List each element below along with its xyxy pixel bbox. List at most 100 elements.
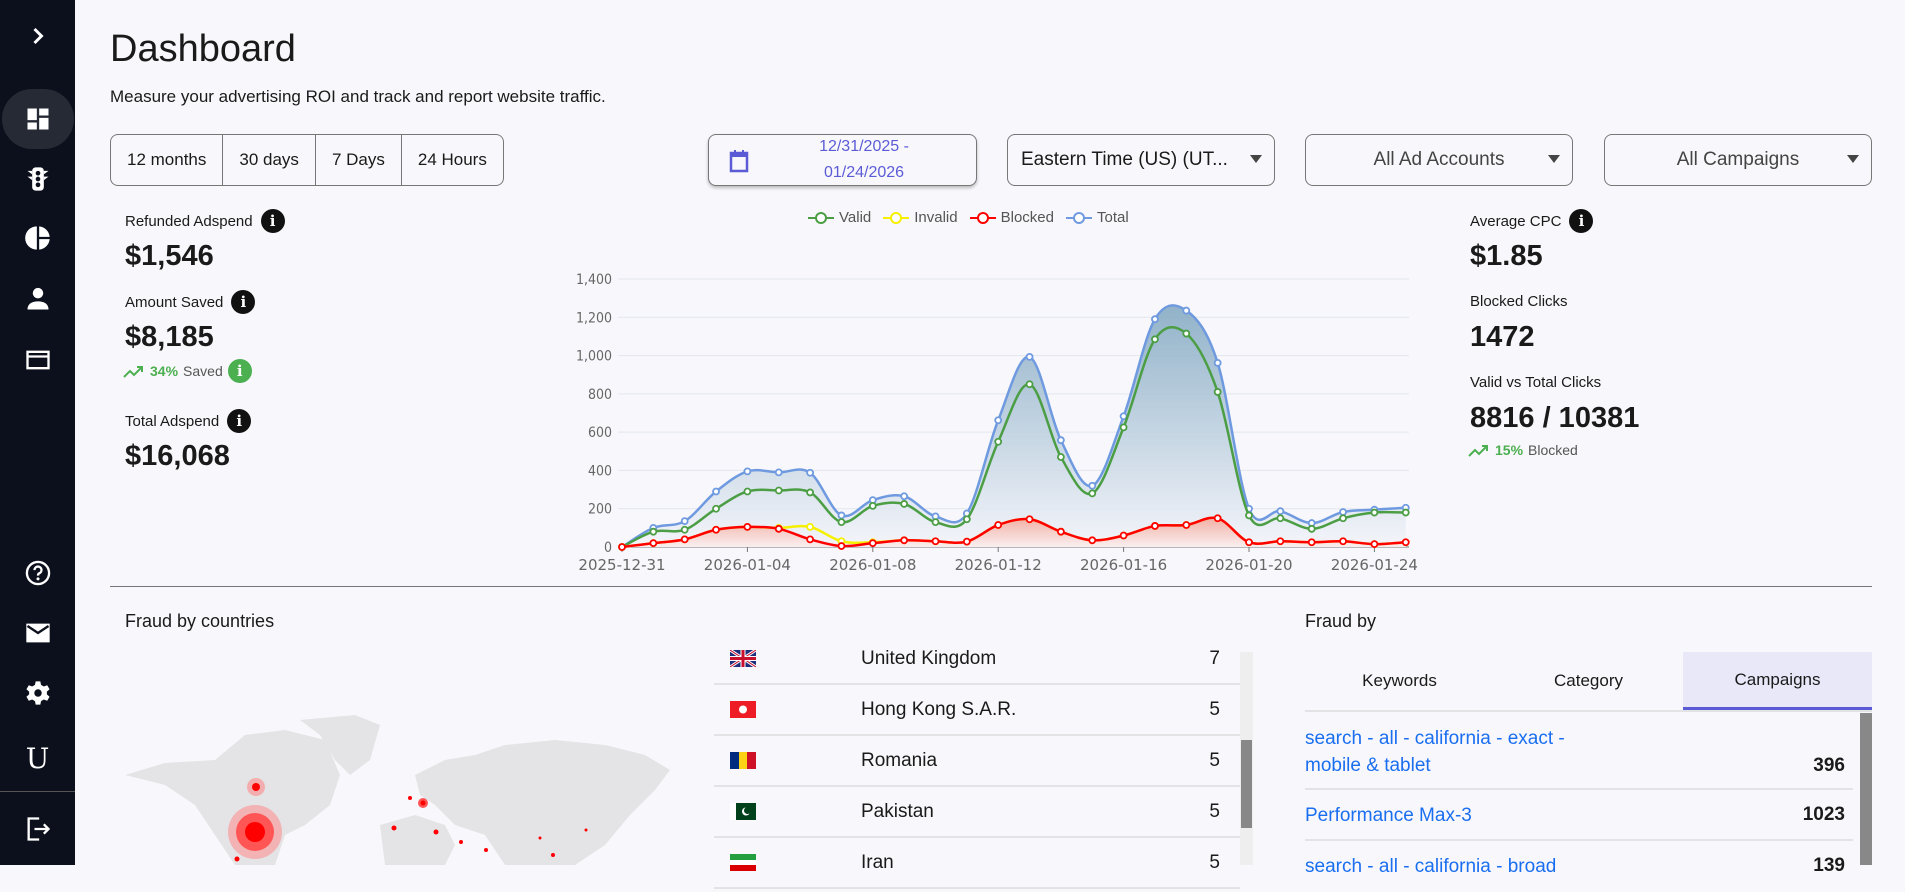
valid-data-point [1088, 489, 1097, 498]
mail-icon [25, 623, 50, 643]
campaign-count: 1023 [1802, 804, 1845, 825]
fraud-by-countries-title: Fraud by countries [125, 611, 275, 631]
country-list-scrollbar[interactable] [1240, 652, 1253, 865]
blocked-data-point [680, 535, 689, 544]
blocked-data-point [1182, 521, 1191, 529]
valid-data-point [1339, 514, 1347, 523]
total-data-point [743, 467, 752, 476]
campaign-count: 139 [1813, 855, 1845, 876]
valid-data-point [900, 500, 909, 508]
blocked-data-point [931, 537, 940, 546]
valid-data-point [837, 518, 846, 527]
blocked-data-point [1245, 538, 1253, 547]
valid-data-point [1151, 335, 1159, 344]
x-tick-label: 2026-01-12 [955, 556, 1042, 574]
blocked-data-point [774, 524, 783, 533]
y-tick-label: 800 [588, 387, 612, 403]
gear-icon [25, 681, 50, 705]
clicks-line-chart: 0 200 400 600 800 1,000 1,200 1,400 2025-12-31 20… [576, 272, 1418, 574]
x-tick-label: 2026-01-08 [829, 556, 916, 574]
tab-campaigns[interactable]: Campaigns [1683, 652, 1872, 710]
sidebar-item-settings[interactable] [0, 677, 75, 709]
sidebar-item-mail[interactable] [0, 617, 75, 649]
scrollbar-thumb[interactable] [1241, 740, 1252, 828]
country-row[interactable]: Hong Kong S.A.R. 5 [714, 685, 1240, 736]
total-data-point [1213, 358, 1222, 367]
campaign-link[interactable]: search - all - california - broad [1305, 853, 1705, 880]
valid-data-point [774, 486, 783, 495]
iran-flag-icon [730, 854, 756, 871]
country-count: 5 [1209, 800, 1220, 822]
total-data-point [994, 416, 1003, 425]
valid-data-point [994, 437, 1003, 446]
user-initial-avatar[interactable]: U [0, 740, 75, 776]
blocked-data-point [1119, 531, 1128, 540]
total-data-point [1182, 306, 1191, 315]
country-count: 5 [1209, 698, 1220, 720]
blocked-data-point [743, 523, 752, 531]
blocked-data-point [618, 543, 626, 551]
valid-data-point [712, 504, 720, 513]
country-row[interactable]: Iran 5 [714, 838, 1240, 889]
blocked-data-point [806, 535, 814, 544]
campaign-list-scrollbar[interactable] [1860, 713, 1872, 865]
invalid-data-point [806, 523, 814, 531]
total-data-point [900, 492, 909, 501]
total-data-point [712, 487, 720, 496]
fraud-by-title: Fraud by [1305, 611, 1377, 631]
campaign-row: Performance Max-3 1023 [1305, 790, 1853, 841]
country-row[interactable]: Pakistan 5 [714, 787, 1240, 838]
blocked-data-point [1025, 515, 1034, 524]
hong-kong-flag-icon [730, 701, 756, 718]
blocked-data-point [1276, 537, 1285, 546]
valid-data-point [1119, 423, 1128, 432]
logout-button[interactable] [0, 813, 75, 845]
y-tick-label: 600 [588, 425, 612, 441]
total-area [622, 305, 1406, 547]
valid-data-point [1245, 511, 1253, 520]
total-data-point [806, 468, 814, 477]
country-row[interactable]: Romania 5 [714, 736, 1240, 787]
campaign-link[interactable]: Performance Max-3 [1305, 802, 1605, 829]
blocked-data-point [1151, 522, 1159, 530]
blocked-data-point [1339, 537, 1347, 546]
blocked-data-point [868, 539, 877, 548]
tab-category[interactable]: Category [1494, 652, 1683, 710]
valid-data-point [868, 501, 877, 510]
blocked-data-point [1057, 527, 1065, 536]
valid-data-point [931, 518, 940, 527]
country-name: United Kingdom [861, 647, 997, 669]
blocked-data-point [1401, 538, 1410, 547]
blocked-data-point [649, 539, 658, 548]
country-name: Romania [861, 749, 938, 771]
valid-data-point [680, 525, 689, 534]
valid-data-point [1370, 508, 1379, 517]
y-tick-label: 200 [588, 502, 612, 518]
romania-flag-icon [730, 752, 756, 769]
blocked-data-point [837, 542, 846, 550]
total-data-point [774, 468, 783, 477]
country-count: 5 [1209, 851, 1220, 873]
tab-keywords[interactable]: Keywords [1305, 652, 1494, 710]
blocked-data-point [1370, 540, 1379, 549]
y-tick-label: 400 [588, 463, 612, 479]
blocked-data-point [712, 525, 720, 534]
blocked-data-point [1088, 536, 1097, 545]
pakistan-flag-icon [730, 803, 756, 820]
x-tick-label: 2026-01-04 [704, 556, 791, 574]
total-data-point [1057, 436, 1065, 445]
total-data-point [1151, 315, 1159, 324]
campaign-link[interactable]: search - all - california - exact - mobi… [1305, 725, 1605, 779]
country-row[interactable]: United Kingdom 7 [714, 634, 1240, 685]
section-divider [110, 586, 1872, 587]
blocked-data-point [1307, 538, 1316, 547]
total-data-point [1276, 507, 1285, 516]
world-map-land [125, 715, 670, 865]
blocked-data-point [994, 521, 1003, 529]
valid-data-point [1057, 453, 1065, 461]
y-tick-label: 1,200 [576, 310, 612, 326]
x-tick-label: 2026-01-20 [1205, 556, 1292, 574]
valid-data-point [962, 515, 971, 524]
country-name: Hong Kong S.A.R. [861, 698, 1017, 720]
blocked-data-point [962, 537, 971, 546]
